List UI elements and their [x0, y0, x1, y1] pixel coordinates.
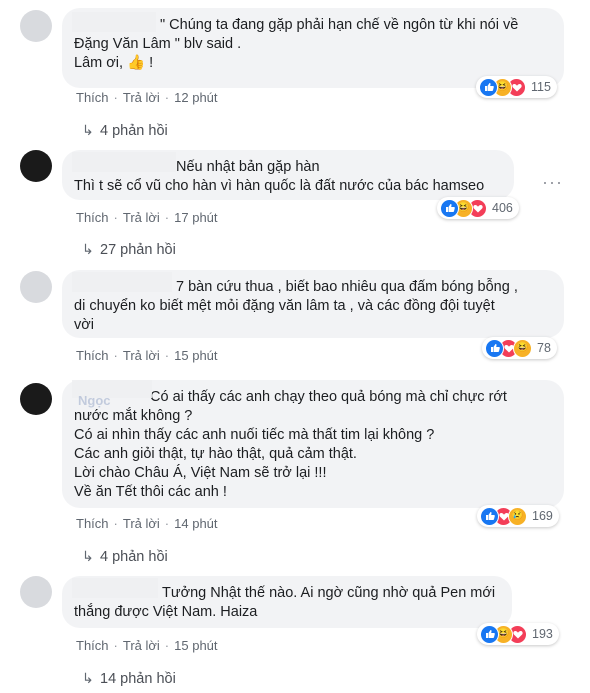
- reply-arrow-icon: ↳: [82, 548, 94, 564]
- reaction-count: 193: [532, 627, 553, 641]
- comment-actions: Thích · Trả lời · 15 phút: [76, 638, 218, 653]
- like-icon: [440, 198, 459, 218]
- reply-link[interactable]: Trả lời: [123, 516, 160, 531]
- reaction-summary[interactable]: 😢 169: [477, 505, 559, 527]
- avatar[interactable]: [20, 576, 52, 608]
- comment-bubble: Có ai thấy các anh chạy theo quả bóng mà…: [62, 380, 564, 508]
- reaction-summary[interactable]: 😆 78: [482, 337, 557, 359]
- avatar[interactable]: [20, 150, 52, 182]
- avatar[interactable]: [20, 10, 52, 42]
- comment-text-line: Lời chào Châu Á, Việt Nam sẽ trở lại !!!: [74, 465, 327, 481]
- comment-actions: Thích · Trả lời · 12 phút: [76, 90, 218, 105]
- reaction-count: 115: [531, 80, 551, 94]
- redacted-name: [72, 272, 172, 292]
- comment-text-line: Về ăn Tết thôi các anh !: [74, 484, 227, 500]
- view-replies-link[interactable]: ↳ 4 phản hồi: [82, 548, 168, 565]
- view-replies-link[interactable]: ↳ 27 phản hồi: [82, 241, 176, 258]
- comment-text-line: Lâm ơi, 👍 !: [74, 55, 154, 71]
- like-link[interactable]: Thích: [76, 90, 109, 105]
- comment-text-line: thắng được Việt Nam. Haiza: [74, 604, 258, 620]
- like-link[interactable]: Thích: [76, 638, 109, 653]
- reaction-summary[interactable]: 😆 115: [476, 76, 557, 98]
- reaction-count: 78: [537, 341, 551, 355]
- timestamp[interactable]: 12 phút: [174, 90, 217, 105]
- reaction-summary[interactable]: 😆 406: [437, 197, 519, 219]
- timestamp[interactable]: 15 phút: [174, 638, 217, 653]
- reaction-summary[interactable]: 😆 193: [477, 623, 559, 645]
- like-icon: [480, 624, 499, 644]
- replies-count-label: 14 phản hồi: [100, 671, 176, 687]
- more-options-icon[interactable]: ···: [542, 172, 563, 193]
- view-replies-link[interactable]: ↳ 4 phản hồi: [82, 122, 168, 139]
- comment-actions: Thích · Trả lời · 17 phút: [76, 210, 218, 225]
- comment-text-line: Các anh giỏi thật, tự hào thật, quả cảm …: [74, 446, 357, 462]
- reply-arrow-icon: ↳: [82, 241, 94, 257]
- timestamp[interactable]: 15 phút: [174, 348, 217, 363]
- replies-count-label: 27 phản hồi: [100, 242, 176, 258]
- like-link[interactable]: Thích: [76, 516, 109, 531]
- reply-link[interactable]: Trả lời: [123, 638, 160, 653]
- view-replies-link[interactable]: ↳ 14 phản hồi: [82, 670, 176, 687]
- haha-icon: 😆: [513, 338, 532, 358]
- comment-text-line: Thì t sẽ cổ vũ cho hàn vì hàn quốc là đấ…: [74, 178, 485, 194]
- sad-icon: 😢: [508, 506, 527, 526]
- replies-count-label: 4 phản hồi: [100, 123, 168, 139]
- redacted-name: [72, 578, 158, 598]
- timestamp[interactable]: 14 phút: [174, 516, 217, 531]
- reaction-count: 169: [532, 509, 553, 523]
- reply-arrow-icon: ↳: [82, 670, 94, 686]
- like-icon: [485, 338, 504, 358]
- reply-arrow-icon: ↳: [82, 122, 94, 138]
- like-link[interactable]: Thích: [76, 348, 109, 363]
- comment-text-line: vời: [74, 317, 94, 333]
- like-icon: [479, 77, 498, 97]
- comment-text-line: di chuyển ko biết mệt mỏi đặng văn lâm t…: [74, 298, 495, 314]
- redacted-name: [72, 12, 156, 32]
- comment-text-line: Đặng Văn Lâm " blv said .: [74, 36, 242, 52]
- avatar[interactable]: [20, 271, 52, 303]
- reply-link[interactable]: Trả lời: [123, 90, 160, 105]
- reaction-count: 406: [492, 201, 513, 215]
- reply-link[interactable]: Trả lời: [123, 210, 160, 225]
- redacted-name: [72, 152, 176, 172]
- comment-text-line: nước mắt không ?: [74, 408, 193, 424]
- comment-actions: Thích · Trả lời · 15 phút: [76, 348, 218, 363]
- replies-count-label: 4 phản hồi: [100, 549, 168, 565]
- timestamp[interactable]: 17 phút: [174, 210, 217, 225]
- like-link[interactable]: Thích: [76, 210, 109, 225]
- reply-link[interactable]: Trả lời: [123, 348, 160, 363]
- comment-actions: Thích · Trả lời · 14 phút: [76, 516, 218, 531]
- commenter-name-partial[interactable]: Ngọc: [78, 393, 111, 408]
- like-icon: [480, 506, 499, 526]
- comment-text-line: Có ai nhìn thấy các anh nuối tiếc mà thấ…: [74, 427, 435, 443]
- avatar[interactable]: [20, 383, 52, 415]
